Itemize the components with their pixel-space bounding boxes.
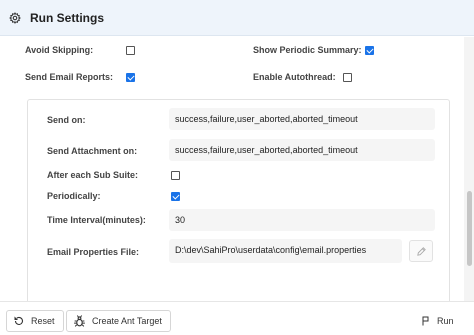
run-button[interactable]: Run (412, 310, 463, 332)
run-label: Run (437, 316, 454, 326)
reset-button[interactable]: Reset (6, 310, 64, 332)
create-ant-target-button[interactable]: Create Ant Target (66, 310, 171, 332)
send-email-reports-label: Send Email Reports: (25, 72, 114, 82)
enable-autothread-label: Enable Autothread: (253, 72, 336, 82)
footer-bar: Reset Create Ant Target Run (0, 301, 474, 335)
pencil-icon (417, 247, 426, 256)
gear-icon (9, 12, 21, 24)
email-settings-panel: Send on: success,failure,user_aborted,ab… (27, 99, 450, 301)
periodically-checkbox[interactable] (171, 192, 180, 201)
send-email-reports-checkbox[interactable] (126, 73, 135, 82)
bug-icon (74, 314, 85, 327)
reset-icon (14, 316, 23, 326)
send-attachment-on-field[interactable]: success,failure,user_aborted,aborted_tim… (169, 139, 435, 161)
after-each-sub-suite-label: After each Sub Suite: (47, 170, 139, 180)
reset-label: Reset (31, 316, 55, 326)
avoid-skipping-checkbox[interactable] (126, 46, 135, 55)
edit-properties-button[interactable] (409, 240, 433, 262)
time-interval-label: Time Interval(minutes): (47, 215, 146, 225)
send-attachment-on-label: Send Attachment on: (47, 146, 138, 156)
send-on-label: Send on: (47, 115, 86, 125)
enable-autothread-checkbox[interactable] (343, 73, 352, 82)
scrollbar-thumb[interactable] (467, 191, 472, 266)
create-ant-target-label: Create Ant Target (92, 316, 162, 326)
show-periodic-summary-checkbox[interactable] (365, 46, 374, 55)
title-bar: Run Settings (0, 0, 474, 36)
after-each-sub-suite-checkbox[interactable] (171, 171, 180, 180)
email-properties-file-field[interactable]: D:\dev\SahiPro\userdata\config\email.pro… (169, 239, 402, 263)
avoid-skipping-label: Avoid Skipping: (25, 45, 94, 55)
email-properties-file-label: Email Properties File: (47, 247, 140, 257)
settings-content: Avoid Skipping: Show Periodic Summary: S… (0, 37, 474, 301)
send-on-field[interactable]: success,failure,user_aborted,aborted_tim… (169, 108, 435, 130)
periodically-label: Periodically: (47, 191, 101, 201)
time-interval-field[interactable]: 30 (169, 209, 435, 231)
window-title: Run Settings (30, 11, 104, 25)
vertical-scrollbar[interactable] (464, 37, 474, 301)
show-periodic-summary-label: Show Periodic Summary: (253, 45, 362, 55)
run-icon (422, 316, 429, 326)
